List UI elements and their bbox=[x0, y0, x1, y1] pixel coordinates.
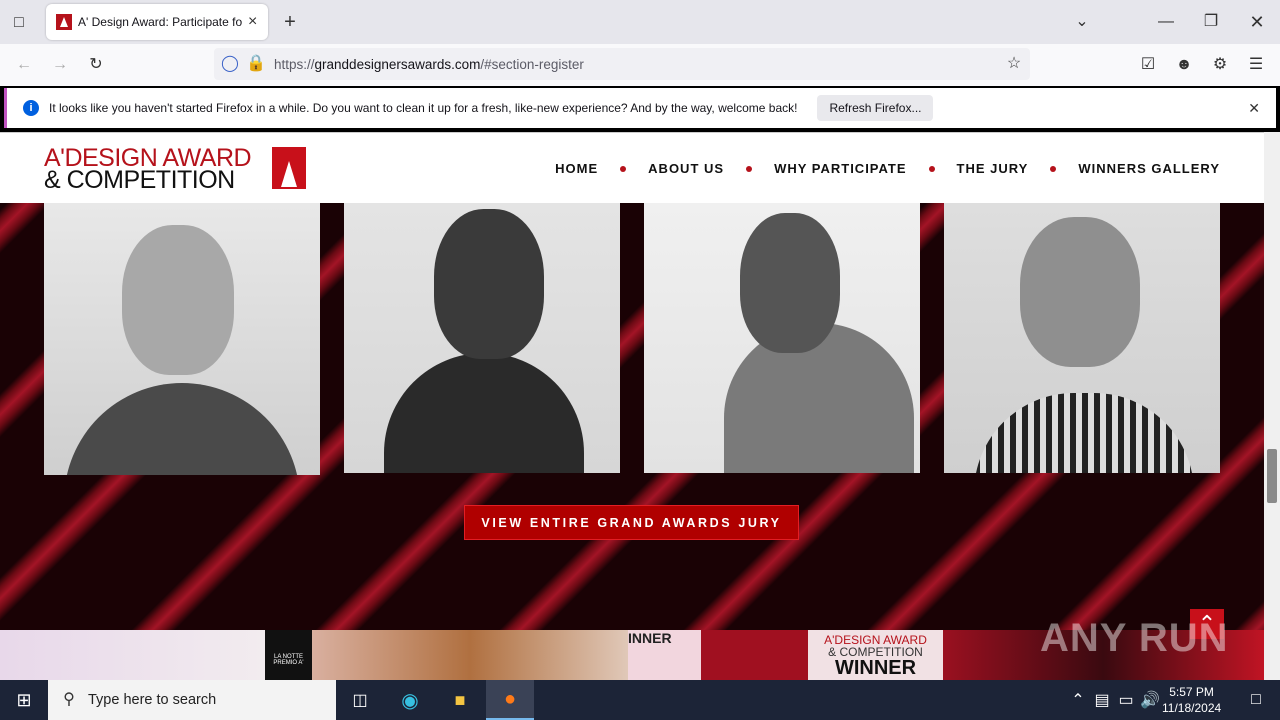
menu-home[interactable]: HOME bbox=[555, 161, 598, 176]
windows-taskbar: ⊞ ⚲ Type here to search ◫ ◉ ■ ● ⌃ ▤ ▭ 🔊 … bbox=[0, 680, 1280, 720]
strip-image[interactable]: A'DESIGN AWARD & COMPETITION WINNER bbox=[808, 630, 943, 680]
account-icon[interactable]: ☻ bbox=[1174, 55, 1194, 75]
notification-text: It looks like you haven't started Firefo… bbox=[49, 101, 798, 115]
logo-mark-icon bbox=[272, 147, 306, 189]
notification-close-icon[interactable]: ✕ bbox=[1248, 100, 1260, 117]
close-window-icon[interactable]: ✕ bbox=[1247, 12, 1267, 32]
tray-chevron-icon[interactable]: ⌃ bbox=[1066, 680, 1090, 720]
menu-why-participate[interactable]: WHY PARTICIPATE bbox=[774, 161, 906, 176]
jury-photo-4[interactable] bbox=[944, 203, 1220, 473]
clock-date: 11/18/2024 bbox=[1162, 701, 1222, 715]
back-icon[interactable]: ← bbox=[14, 55, 34, 75]
photo-figure-body bbox=[974, 393, 1194, 473]
display-icon[interactable]: ▭ bbox=[1114, 680, 1138, 720]
strip-caption: WINNER bbox=[834, 657, 917, 679]
strip-image[interactable] bbox=[701, 630, 808, 680]
menu-separator bbox=[1050, 165, 1057, 172]
menu-about-us[interactable]: ABOUT US bbox=[648, 161, 724, 176]
reload-icon[interactable]: ↻ bbox=[86, 55, 106, 75]
scrollbar-thumb[interactable] bbox=[1267, 449, 1277, 503]
strip-image[interactable]: INNER bbox=[628, 630, 701, 680]
photo-figure-head bbox=[122, 225, 234, 375]
edge-icon[interactable]: ◉ bbox=[386, 680, 434, 720]
taskbar-search-box[interactable]: ⚲ Type here to search bbox=[48, 680, 336, 720]
strip-image[interactable]: LA NOTTE PREMIO A' bbox=[265, 630, 312, 680]
search-placeholder: Type here to search bbox=[88, 692, 217, 708]
photo-figure-head bbox=[740, 213, 840, 353]
browser-tab-bar: □ A' Design Award: Participate for × + ⌄… bbox=[0, 0, 1280, 44]
menu-separator bbox=[620, 165, 627, 172]
start-windows-icon[interactable]: ⊞ bbox=[0, 680, 48, 720]
clock-time: 5:57 PM bbox=[1169, 685, 1214, 699]
site-logo[interactable]: A'DESIGN AWARD & COMPETITION bbox=[44, 146, 306, 194]
site-favicon-icon bbox=[56, 14, 72, 30]
photo-figure-body bbox=[724, 323, 914, 473]
photo-figure-body bbox=[384, 353, 584, 473]
view-entire-jury-button[interactable]: VIEW ENTIRE GRAND AWARDS JURY bbox=[464, 505, 799, 540]
tracking-shield-icon[interactable]: ◯ bbox=[221, 56, 239, 72]
pocket-icon[interactable]: ☑ bbox=[1138, 55, 1158, 75]
address-bar[interactable]: ◯ 🔒 https://granddesignersawards.com/#se… bbox=[214, 48, 1030, 80]
forward-icon[interactable]: → bbox=[50, 55, 70, 75]
task-view-icon[interactable]: ◫ bbox=[336, 680, 384, 720]
jury-photo-2[interactable] bbox=[344, 203, 620, 473]
site-header: A'DESIGN AWARD & COMPETITION HOME ABOUT … bbox=[0, 132, 1264, 203]
logo-line-2: & COMPETITION bbox=[44, 166, 235, 194]
menu-separator bbox=[928, 165, 935, 172]
refresh-firefox-button[interactable]: Refresh Firefox... bbox=[817, 95, 934, 121]
url-prefix: https:// bbox=[274, 56, 315, 72]
strip-caption: INNER bbox=[628, 630, 672, 646]
bookmark-star-icon[interactable]: ☆ bbox=[1006, 56, 1022, 72]
menu-the-jury[interactable]: THE JURY bbox=[957, 161, 1029, 176]
info-icon: i bbox=[23, 100, 39, 116]
menu-separator bbox=[746, 165, 753, 172]
active-tab[interactable]: A' Design Award: Participate for × bbox=[46, 4, 268, 40]
volume-icon[interactable]: 🔊 bbox=[1138, 680, 1162, 720]
firefox-icon[interactable]: ● bbox=[486, 680, 534, 720]
strip-image[interactable] bbox=[0, 630, 265, 680]
strip-caption: LA NOTTE PREMIO A' bbox=[273, 654, 304, 666]
minimize-icon[interactable]: — bbox=[1156, 12, 1176, 32]
url-path: /#section-register bbox=[480, 56, 584, 72]
new-tab-icon[interactable]: + bbox=[280, 12, 300, 32]
notifications-icon[interactable]: □ bbox=[1232, 680, 1280, 720]
tab-close-icon[interactable]: × bbox=[248, 13, 257, 31]
network-icon[interactable]: ▤ bbox=[1090, 680, 1114, 720]
lock-icon[interactable]: 🔒 bbox=[246, 56, 266, 72]
page-scrollbar[interactable] bbox=[1264, 132, 1280, 680]
tab-overflow-chevron-icon[interactable]: ⌄ bbox=[1072, 12, 1092, 32]
photo-figure-head bbox=[434, 209, 544, 359]
app-menu-icon[interactable]: ☰ bbox=[1246, 55, 1266, 75]
jury-photo-1[interactable] bbox=[44, 203, 320, 475]
search-icon: ⚲ bbox=[63, 691, 75, 708]
photo-figure-body bbox=[64, 383, 300, 475]
photo-figure-head bbox=[1020, 217, 1140, 367]
tab-list-icon[interactable]: □ bbox=[8, 12, 30, 34]
menu-winners-gallery[interactable]: WINNERS GALLERY bbox=[1078, 161, 1220, 176]
web-page: A'DESIGN AWARD & COMPETITION HOME ABOUT … bbox=[0, 132, 1264, 680]
strip-image[interactable] bbox=[312, 630, 628, 680]
refresh-firefox-notification: i It looks like you haven't started Fire… bbox=[4, 88, 1276, 128]
extensions-icon[interactable]: ⚙ bbox=[1210, 55, 1230, 75]
browser-nav-bar: ← → ↻ ◯ 🔒 https://granddesignersawards.c… bbox=[0, 44, 1280, 86]
file-explorer-icon[interactable]: ■ bbox=[436, 680, 484, 720]
tab-title: A' Design Award: Participate for bbox=[78, 15, 242, 29]
taskbar-clock[interactable]: 5:57 PM 11/18/2024 bbox=[1162, 684, 1221, 716]
anyrun-watermark: ANY RUN bbox=[1040, 616, 1229, 660]
jury-photo-3[interactable] bbox=[644, 203, 920, 473]
restore-icon[interactable]: ❐ bbox=[1201, 12, 1221, 32]
main-menu: HOME ABOUT US WHY PARTICIPATE THE JURY W… bbox=[555, 161, 1220, 176]
url-host: granddesignersawards.com bbox=[314, 56, 481, 72]
